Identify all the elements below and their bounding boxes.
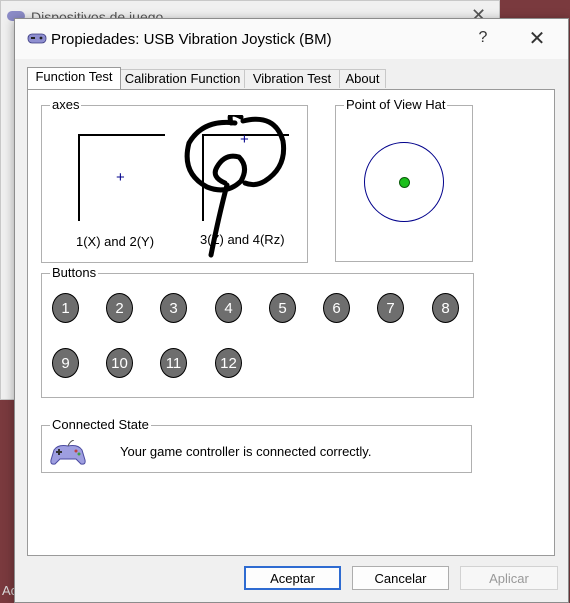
connected-state-legend: Connected State (50, 417, 151, 432)
help-button[interactable]: ? (471, 29, 495, 47)
axes-plot-xy-label: 1(X) and 2(Y) (76, 234, 155, 249)
dialog-title: Propiedades: USB Vibration Joystick (BM) (51, 31, 332, 48)
axes-legend: axes (50, 97, 82, 112)
tab-vibration-test[interactable]: Vibration Test (244, 69, 340, 88)
joystick-button-3: 3 (160, 293, 187, 323)
joystick-button-8: 8 (432, 293, 459, 323)
gamepad-icon (27, 33, 47, 44)
buttons-group: Buttons 1 2 3 4 5 6 7 8 9 10 11 12 (41, 265, 474, 398)
joystick-button-9: 9 (52, 348, 79, 378)
pov-hat-indicator (399, 177, 410, 188)
ok-button[interactable]: Aceptar (244, 566, 341, 590)
joystick-button-4: 4 (215, 293, 242, 323)
close-button[interactable]: ✕ (523, 26, 551, 51)
axes-plot-xy: + (78, 134, 165, 221)
tab-calibration-function[interactable]: Calibration Function (120, 69, 245, 88)
joystick-button-11: 11 (160, 348, 187, 378)
joystick-button-5: 5 (269, 293, 296, 323)
axes-plot-zrz-label: 3(Z) and 4(Rz) (200, 232, 285, 247)
apply-button[interactable]: Aplicar (460, 566, 558, 590)
pov-hat-ring (364, 142, 444, 222)
joystick-button-1: 1 (52, 293, 79, 323)
crosshair-icon: + (240, 131, 249, 148)
joystick-button-6: 6 (323, 293, 350, 323)
connected-status-message: Your game controller is connected correc… (120, 444, 372, 459)
gamepad-icon (50, 440, 86, 465)
crosshair-icon: + (116, 169, 125, 186)
title-bar[interactable]: Propiedades: USB Vibration Joystick (BM)… (15, 19, 568, 59)
pov-hat-group: Point of View Hat (335, 97, 473, 262)
axes-group: axes + 1(X) and 2(Y) + 3(Z) and 4(Rz) (41, 97, 308, 263)
buttons-legend: Buttons (50, 265, 99, 280)
properties-dialog: Propiedades: USB Vibration Joystick (BM)… (14, 18, 569, 603)
joystick-button-12: 12 (215, 348, 242, 378)
cancel-button[interactable]: Cancelar (352, 566, 449, 590)
pov-hat-legend: Point of View Hat (344, 97, 448, 112)
connected-state-group: Connected State Your game controller is … (41, 417, 472, 473)
joystick-button-2: 2 (106, 293, 133, 323)
joystick-button-10: 10 (106, 348, 133, 378)
axes-plot-zrz: + (202, 131, 289, 221)
tab-function-test[interactable]: Function Test (27, 67, 121, 89)
function-test-panel: axes + 1(X) and 2(Y) + 3(Z) and 4(Rz) Po… (27, 89, 555, 556)
tab-about[interactable]: About (339, 69, 386, 88)
joystick-button-7: 7 (377, 293, 404, 323)
